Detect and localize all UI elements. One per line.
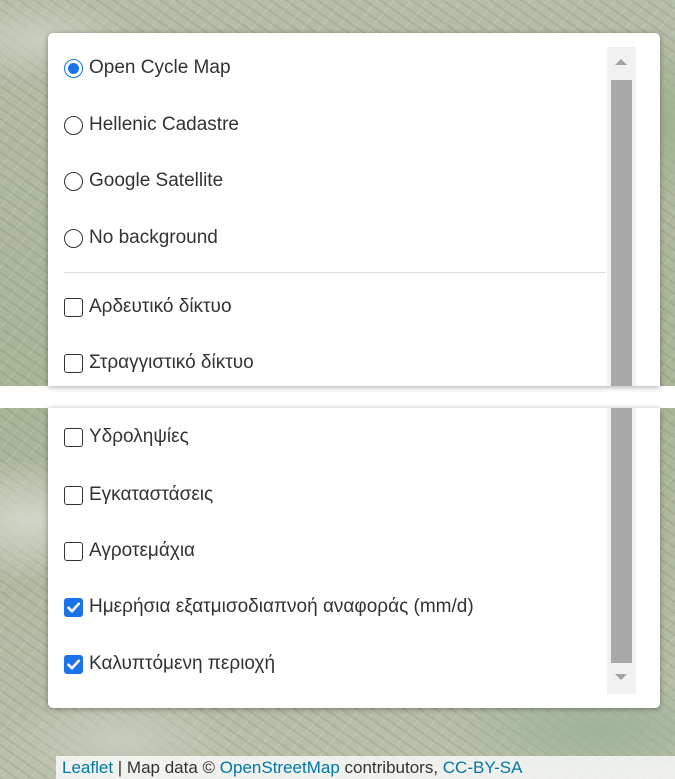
checkbox[interactable] (64, 597, 83, 617)
radio-button[interactable] (64, 58, 83, 78)
scroll-up-arrow-icon[interactable] (615, 59, 627, 65)
leaflet-link[interactable]: Leaflet (62, 758, 113, 778)
overlay-drainage-network[interactable]: Στραγγιστικό δίκτυο (64, 347, 254, 379)
base-layer-label: Google Satellite (89, 170, 224, 191)
base-layer-no-background[interactable]: No background (64, 222, 218, 254)
layers-control-panel-top: Open Cycle Map Hellenic Cadastre Google … (48, 33, 660, 386)
overlay-covered-area[interactable]: Καλυπτόμενη περιοχή (64, 648, 275, 680)
base-layer-open-cycle-map[interactable]: Open Cycle Map (64, 52, 231, 84)
overlay-label: Καλυπτόμενη περιοχή (89, 653, 276, 674)
map-attribution: Leaflet | Map data © OpenStreetMap contr… (56, 756, 675, 779)
overlay-irrigation-network[interactable]: Αρδευτικό δίκτυο (64, 291, 232, 323)
license-link[interactable]: CC-BY-SA (443, 758, 523, 778)
layers-separator (64, 272, 606, 273)
radio-button[interactable] (64, 171, 83, 191)
radio-button[interactable] (64, 115, 83, 135)
checkbox[interactable] (64, 485, 83, 505)
base-layer-google-satellite[interactable]: Google Satellite (64, 165, 223, 197)
scrollbar[interactable] (607, 47, 636, 386)
overlay-label: Εγκαταστάσεις (89, 484, 214, 505)
base-layer-label: Hellenic Cadastre (89, 114, 239, 135)
base-layer-label: Open Cycle Map (89, 57, 231, 78)
checkbox[interactable] (64, 353, 83, 373)
overlay-installations[interactable]: Εγκαταστάσεις (64, 479, 213, 511)
checkbox[interactable] (64, 297, 83, 317)
checkmark-icon (67, 659, 81, 669)
scrollbar-thumb[interactable] (611, 80, 632, 386)
checkmark-icon (67, 602, 81, 612)
attribution-text: | Map data © (113, 757, 220, 777)
overlay-reference-evapotranspiration[interactable]: Ημερήσια εξατμισοδιαπνοή αναφοράς (mm/d) (64, 591, 474, 623)
overlay-parcels[interactable]: Αγροτεμάχια (64, 535, 195, 567)
base-layer-label: No background (89, 227, 218, 248)
attribution-text: contributors, (339, 757, 443, 777)
base-layer-hellenic-cadastre[interactable]: Hellenic Cadastre (64, 109, 239, 141)
scrollbar-thumb[interactable] (611, 408, 632, 663)
checkbox[interactable] (64, 427, 83, 447)
layers-control-panel-bottom: Υδροληψίες Εγκαταστάσεις Αγροτεμάχια Ημε… (48, 408, 660, 708)
scroll-down-arrow-icon[interactable] (615, 674, 627, 680)
checkbox[interactable] (64, 654, 83, 674)
overlay-label: Στραγγιστικό δίκτυο (89, 352, 254, 373)
overlay-label: Αγροτεμάχια (89, 540, 196, 561)
overlay-water-intakes[interactable]: Υδροληψίες (64, 421, 189, 453)
checkbox[interactable] (64, 541, 83, 561)
openstreetmap-link[interactable]: OpenStreetMap (220, 758, 340, 778)
screenshot-seam (0, 386, 675, 408)
overlay-label: Αρδευτικό δίκτυο (89, 296, 232, 317)
overlay-label: Ημερήσια εξατμισοδιαπνοή αναφοράς (mm/d) (89, 596, 474, 617)
radio-button[interactable] (64, 228, 83, 248)
scrollbar[interactable] (607, 408, 636, 694)
overlay-label: Υδροληψίες (89, 426, 189, 447)
